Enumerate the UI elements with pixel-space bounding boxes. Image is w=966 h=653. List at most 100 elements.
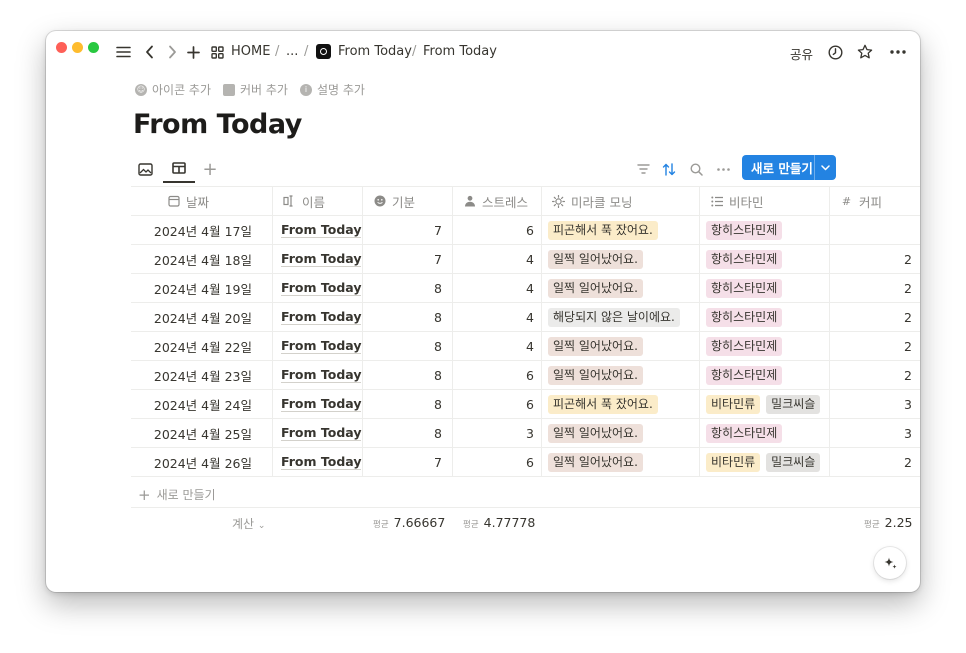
- mood-cell[interactable]: 8: [363, 303, 453, 331]
- star-favorite-icon[interactable]: [856, 41, 874, 63]
- mood-cell[interactable]: 8: [363, 361, 453, 389]
- coffee-cell[interactable]: 3: [830, 390, 920, 418]
- zoom-window-button[interactable]: [88, 42, 99, 53]
- miracle-morning-cell[interactable]: 일찍 일어났어요.: [542, 419, 700, 447]
- name-link[interactable]: From Today: [281, 222, 362, 238]
- miracle-morning-cell[interactable]: 해당되지 않은 날이에요.: [542, 303, 700, 331]
- name-cell[interactable]: From Today: [273, 332, 363, 360]
- coffee-cell[interactable]: 2: [830, 361, 920, 389]
- calculate-dropdown[interactable]: 계산 ⌄: [232, 515, 265, 532]
- add-description-button[interactable]: i 설명 추가: [300, 81, 365, 98]
- vitamins-cell[interactable]: 항히스타민제: [700, 303, 830, 331]
- table-row[interactable]: 2024년 4월 22일 From Today 8 4 일찍 일어났어요. 항히스타민제 2: [131, 332, 920, 361]
- new-record-button[interactable]: 새로 만들기: [742, 155, 836, 180]
- mood-cell[interactable]: 8: [363, 419, 453, 447]
- column-header-vitamins[interactable]: 비타민: [700, 187, 830, 215]
- name-cell[interactable]: From Today: [273, 216, 363, 244]
- add-view-plus-icon[interactable]: +: [194, 155, 226, 183]
- name-link[interactable]: From Today: [281, 367, 362, 383]
- column-header-mood[interactable]: 기분: [363, 187, 453, 215]
- coffee-cell[interactable]: [830, 216, 920, 244]
- coffee-cell[interactable]: 2: [830, 448, 920, 476]
- mood-cell[interactable]: 7: [363, 216, 453, 244]
- table-row[interactable]: 2024년 4월 19일 From Today 8 4 일찍 일어났어요. 항히스타민제 2: [131, 274, 920, 303]
- stress-cell[interactable]: 6: [453, 216, 542, 244]
- date-cell[interactable]: 2024년 4월 17일: [131, 216, 273, 244]
- add-new-row-button[interactable]: + 새로 만들기: [138, 486, 216, 503]
- column-header-name[interactable]: 이름: [273, 187, 363, 215]
- stress-cell[interactable]: 4: [453, 303, 542, 331]
- stress-average[interactable]: 평균 4.77778: [463, 515, 535, 530]
- column-header-coffee[interactable]: # 커피: [830, 187, 920, 215]
- mood-cell[interactable]: 8: [363, 274, 453, 302]
- breadcrumb-ellipsis[interactable]: ...: [286, 44, 298, 59]
- gallery-view-tab[interactable]: [129, 155, 161, 183]
- back-arrow-icon[interactable]: [142, 41, 156, 63]
- miracle-morning-cell[interactable]: 피곤해서 푹 잤어요.: [542, 390, 700, 418]
- vitamins-cell[interactable]: 항히스타민제: [700, 332, 830, 360]
- name-link[interactable]: From Today: [281, 396, 362, 412]
- vitamins-cell[interactable]: 항히스타민제: [700, 274, 830, 302]
- add-cover-button[interactable]: 커버 추가: [223, 81, 288, 98]
- chevron-down-icon[interactable]: [814, 155, 836, 180]
- name-cell[interactable]: From Today: [273, 419, 363, 447]
- vitamins-cell[interactable]: 비타민류 밀크씨슬: [700, 390, 830, 418]
- vitamins-cell[interactable]: 항히스타민제: [700, 361, 830, 389]
- coffee-cell[interactable]: 2: [830, 332, 920, 360]
- name-link[interactable]: From Today: [281, 338, 362, 354]
- breadcrumb-home[interactable]: HOME: [231, 44, 270, 59]
- coffee-average[interactable]: 평균 2.25: [864, 515, 912, 530]
- add-icon-button[interactable]: ☺ 아이콘 추가: [135, 81, 211, 98]
- forward-arrow-icon[interactable]: [165, 41, 179, 63]
- date-cell[interactable]: 2024년 4월 19일: [131, 274, 273, 302]
- column-header-date[interactable]: 날짜: [131, 187, 273, 215]
- mood-cell[interactable]: 7: [363, 448, 453, 476]
- clock-history-icon[interactable]: [826, 41, 844, 63]
- mood-average[interactable]: 평균 7.66667: [373, 515, 445, 530]
- share-button[interactable]: 공유: [790, 44, 813, 63]
- column-header-miracle-morning[interactable]: 미라클 모닝: [542, 187, 700, 215]
- stress-cell[interactable]: 6: [453, 361, 542, 389]
- table-row[interactable]: 2024년 4월 26일 From Today 7 6 일찍 일어났어요. 비타민류 밀크씨…: [131, 448, 920, 477]
- miracle-morning-cell[interactable]: 일찍 일어났어요.: [542, 332, 700, 360]
- ai-assistant-button[interactable]: [874, 547, 906, 579]
- sidebar-menu-icon[interactable]: [114, 41, 132, 63]
- more-options-icon[interactable]: [888, 41, 908, 63]
- name-cell[interactable]: From Today: [273, 245, 363, 273]
- date-cell[interactable]: 2024년 4월 22일: [131, 332, 273, 360]
- column-header-stress[interactable]: 스트레스: [453, 187, 542, 215]
- miracle-morning-cell[interactable]: 일찍 일어났어요.: [542, 245, 700, 273]
- name-cell[interactable]: From Today: [273, 448, 363, 476]
- name-link[interactable]: From Today: [281, 454, 362, 470]
- breadcrumb-current-page[interactable]: From Today: [423, 44, 497, 59]
- date-cell[interactable]: 2024년 4월 23일: [131, 361, 273, 389]
- table-row[interactable]: 2024년 4월 17일 From Today 7 6 피곤해서 푹 잤어요. 항히스타민…: [131, 216, 920, 245]
- date-cell[interactable]: 2024년 4월 25일: [131, 419, 273, 447]
- table-view-tab[interactable]: [163, 155, 195, 183]
- name-link[interactable]: From Today: [281, 280, 362, 296]
- table-row[interactable]: 2024년 4월 25일 From Today 8 3 일찍 일어났어요. 항히스타민제 3: [131, 419, 920, 448]
- name-cell[interactable]: From Today: [273, 303, 363, 331]
- search-icon[interactable]: [685, 158, 707, 180]
- filter-icon[interactable]: [632, 158, 654, 180]
- name-cell[interactable]: From Today: [273, 390, 363, 418]
- vitamins-cell[interactable]: 항히스타민제: [700, 216, 830, 244]
- stress-cell[interactable]: 6: [453, 448, 542, 476]
- name-cell[interactable]: From Today: [273, 274, 363, 302]
- coffee-cell[interactable]: 2: [830, 303, 920, 331]
- date-cell[interactable]: 2024년 4월 18일: [131, 245, 273, 273]
- table-row[interactable]: 2024년 4월 18일 From Today 7 4 일찍 일어났어요. 항히스타민제 2: [131, 245, 920, 274]
- date-cell[interactable]: 2024년 4월 20일: [131, 303, 273, 331]
- mood-cell[interactable]: 8: [363, 390, 453, 418]
- coffee-cell[interactable]: 2: [830, 274, 920, 302]
- stress-cell[interactable]: 6: [453, 390, 542, 418]
- sort-icon[interactable]: [658, 158, 680, 180]
- name-link[interactable]: From Today: [281, 425, 362, 441]
- vitamins-cell[interactable]: 항히스타민제: [700, 245, 830, 273]
- table-row[interactable]: 2024년 4월 24일 From Today 8 6 피곤해서 푹 잤어요. 비타민류 밀…: [131, 390, 920, 419]
- date-cell[interactable]: 2024년 4월 26일: [131, 448, 273, 476]
- miracle-morning-cell[interactable]: 일찍 일어났어요.: [542, 448, 700, 476]
- page-title[interactable]: From Today: [133, 109, 302, 140]
- stress-cell[interactable]: 4: [453, 332, 542, 360]
- miracle-morning-cell[interactable]: 피곤해서 푹 잤어요.: [542, 216, 700, 244]
